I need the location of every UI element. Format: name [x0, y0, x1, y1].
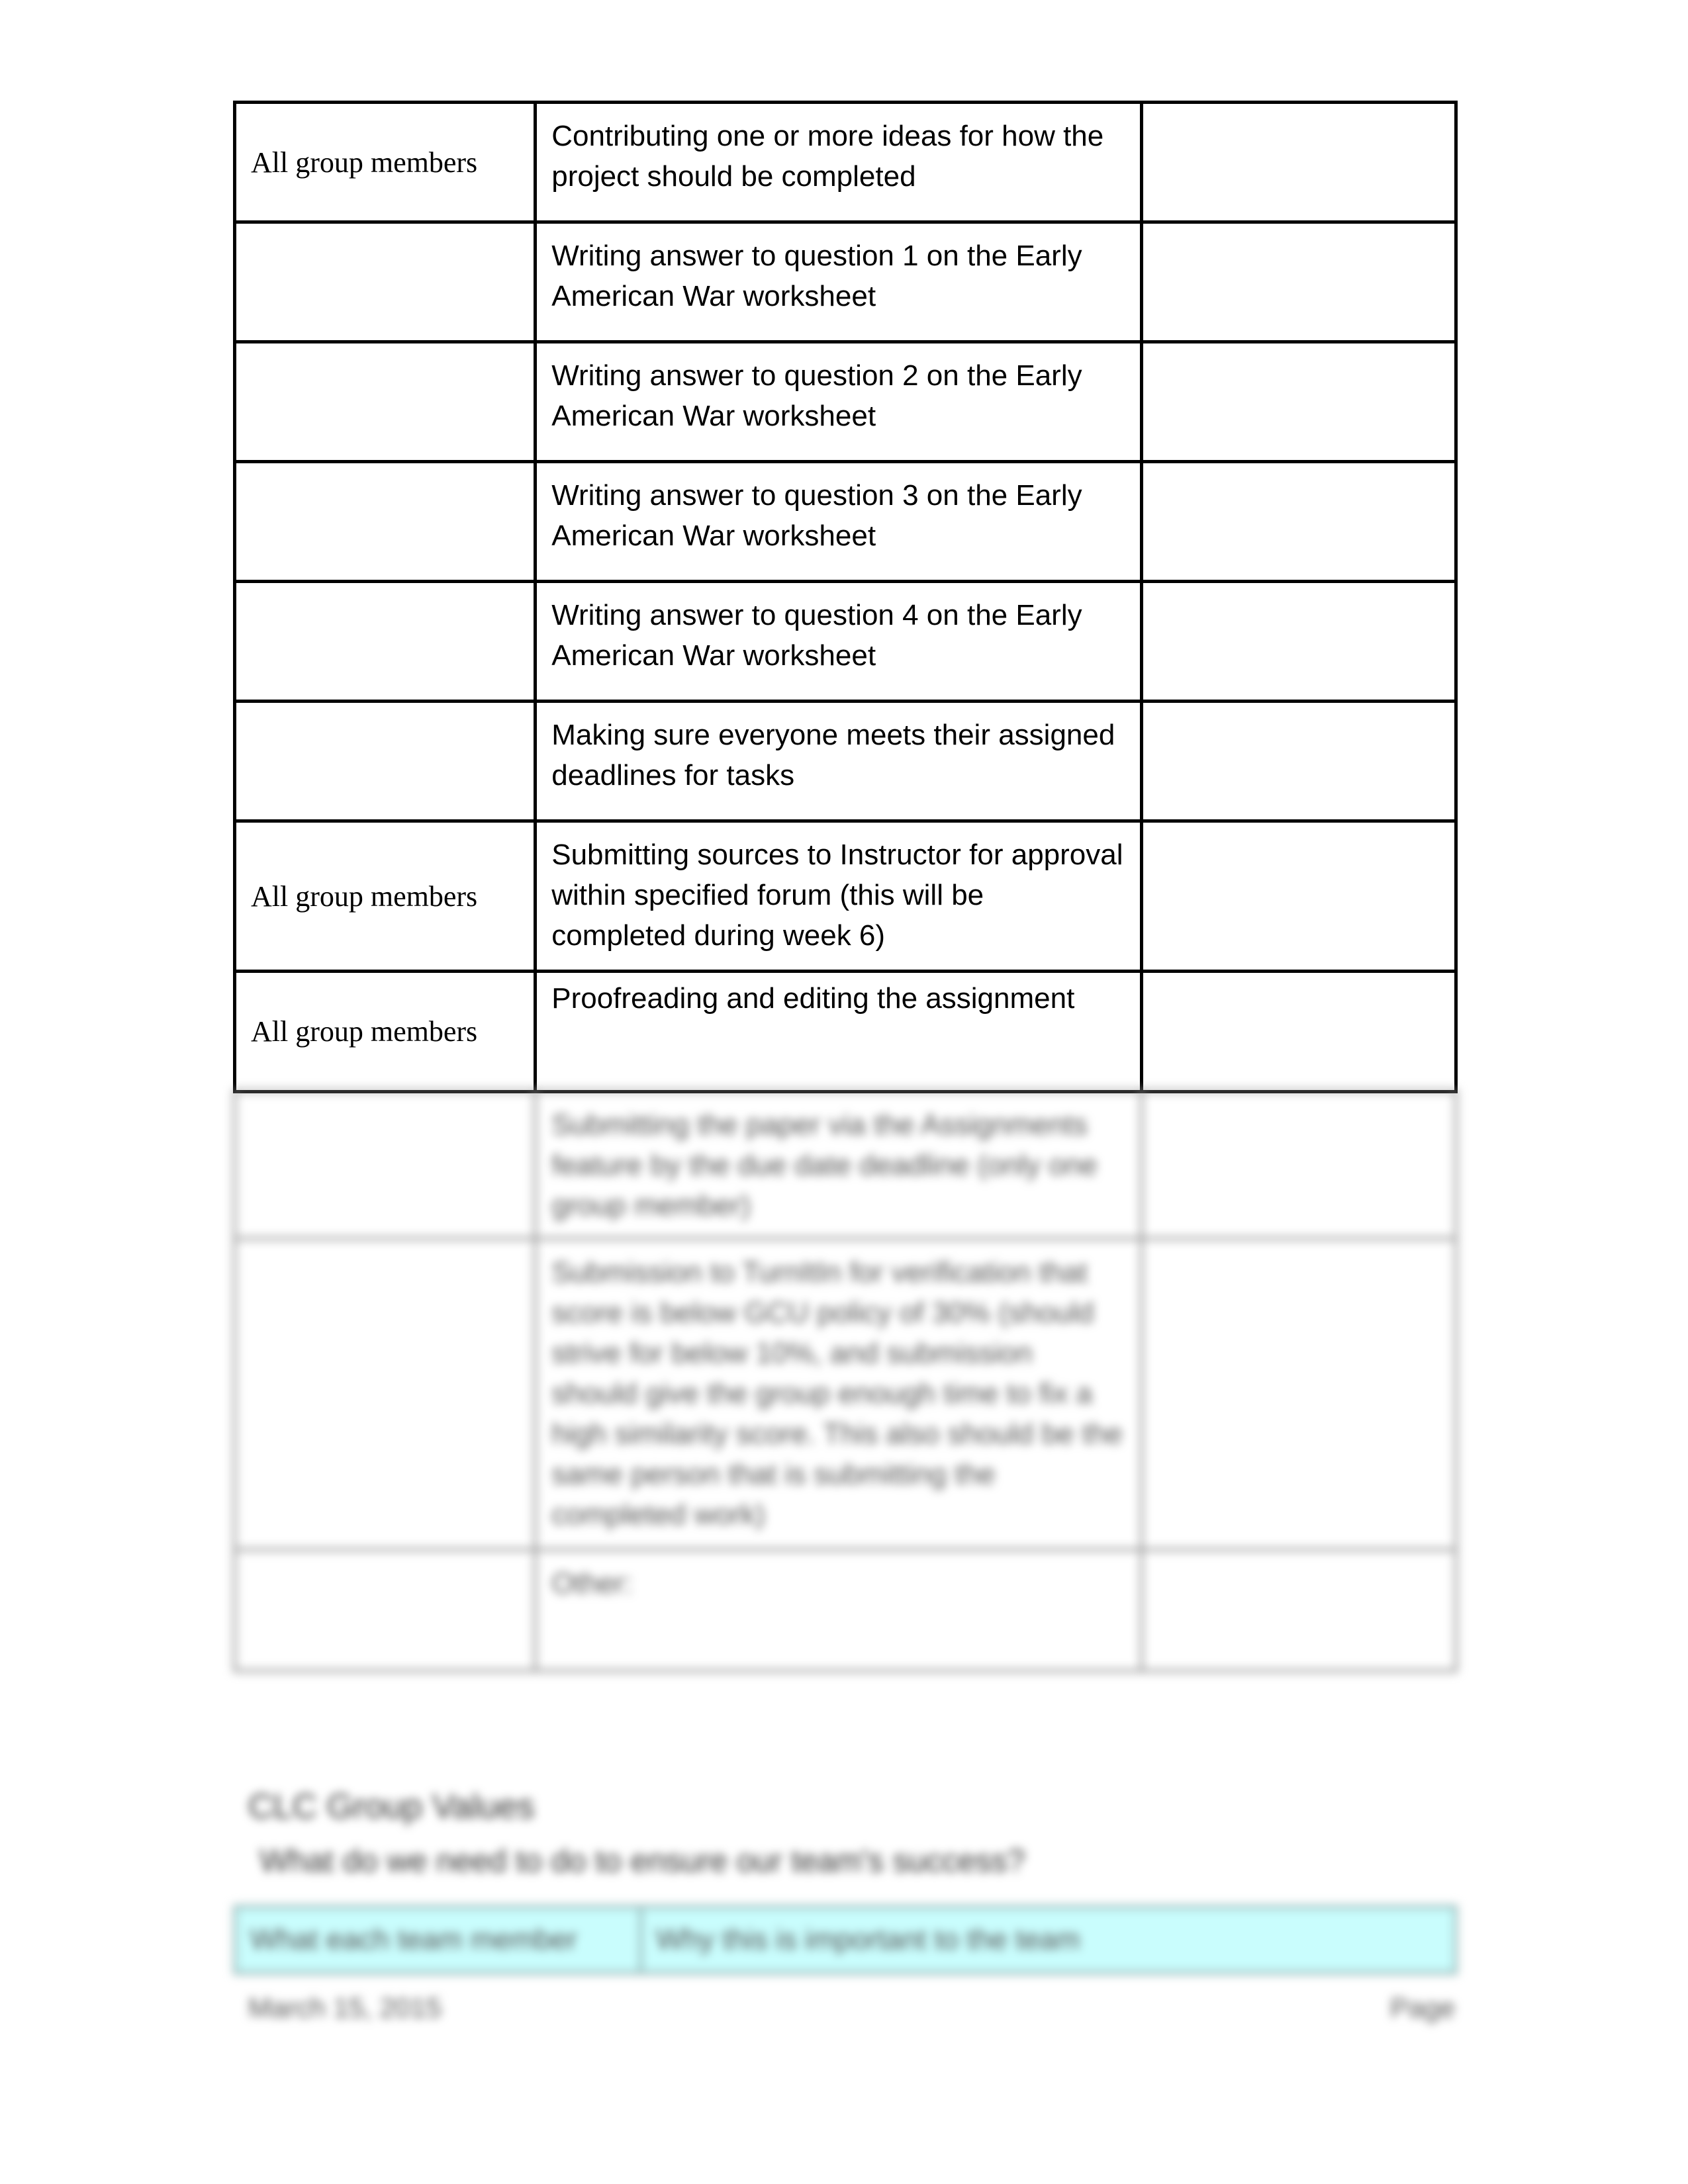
header-col2: Why this is important to the team	[639, 1905, 1458, 1975]
task-cell: Other:	[534, 1548, 1143, 1672]
table-row: Submission to TurnItIn for verification …	[232, 1237, 1458, 1551]
table-row: Other:	[232, 1548, 1458, 1672]
notes-cell	[1139, 1089, 1458, 1240]
responsibility-table-blurred: Submitting the paper via the Assignments…	[232, 1089, 1458, 1672]
member-cell	[232, 1237, 538, 1551]
section-heading: CLC Group Values	[248, 1788, 535, 1826]
member-cell	[232, 1089, 538, 1240]
task-cell: Submission to TurnItIn for verification …	[534, 1237, 1143, 1551]
footer-page: Page	[1390, 1992, 1456, 2023]
values-table: What each team member Why this is import…	[233, 1905, 1458, 1975]
section-question: What do we need to do to ensure our team…	[259, 1844, 1025, 1879]
table-row: Submitting the paper via the Assignments…	[232, 1089, 1458, 1240]
task-cell: Submitting the paper via the Assignments…	[534, 1089, 1143, 1240]
notes-cell	[1139, 1237, 1458, 1551]
header-col1: What each team member	[233, 1905, 643, 1975]
footer-date: March 15, 2015	[248, 1992, 442, 2023]
values-table-header: What each team member Why this is import…	[233, 1905, 1458, 1975]
member-cell	[232, 1548, 538, 1672]
blurred-preview-region: Submitting the paper via the Assignments…	[0, 0, 1688, 2184]
notes-cell	[1139, 1548, 1458, 1672]
